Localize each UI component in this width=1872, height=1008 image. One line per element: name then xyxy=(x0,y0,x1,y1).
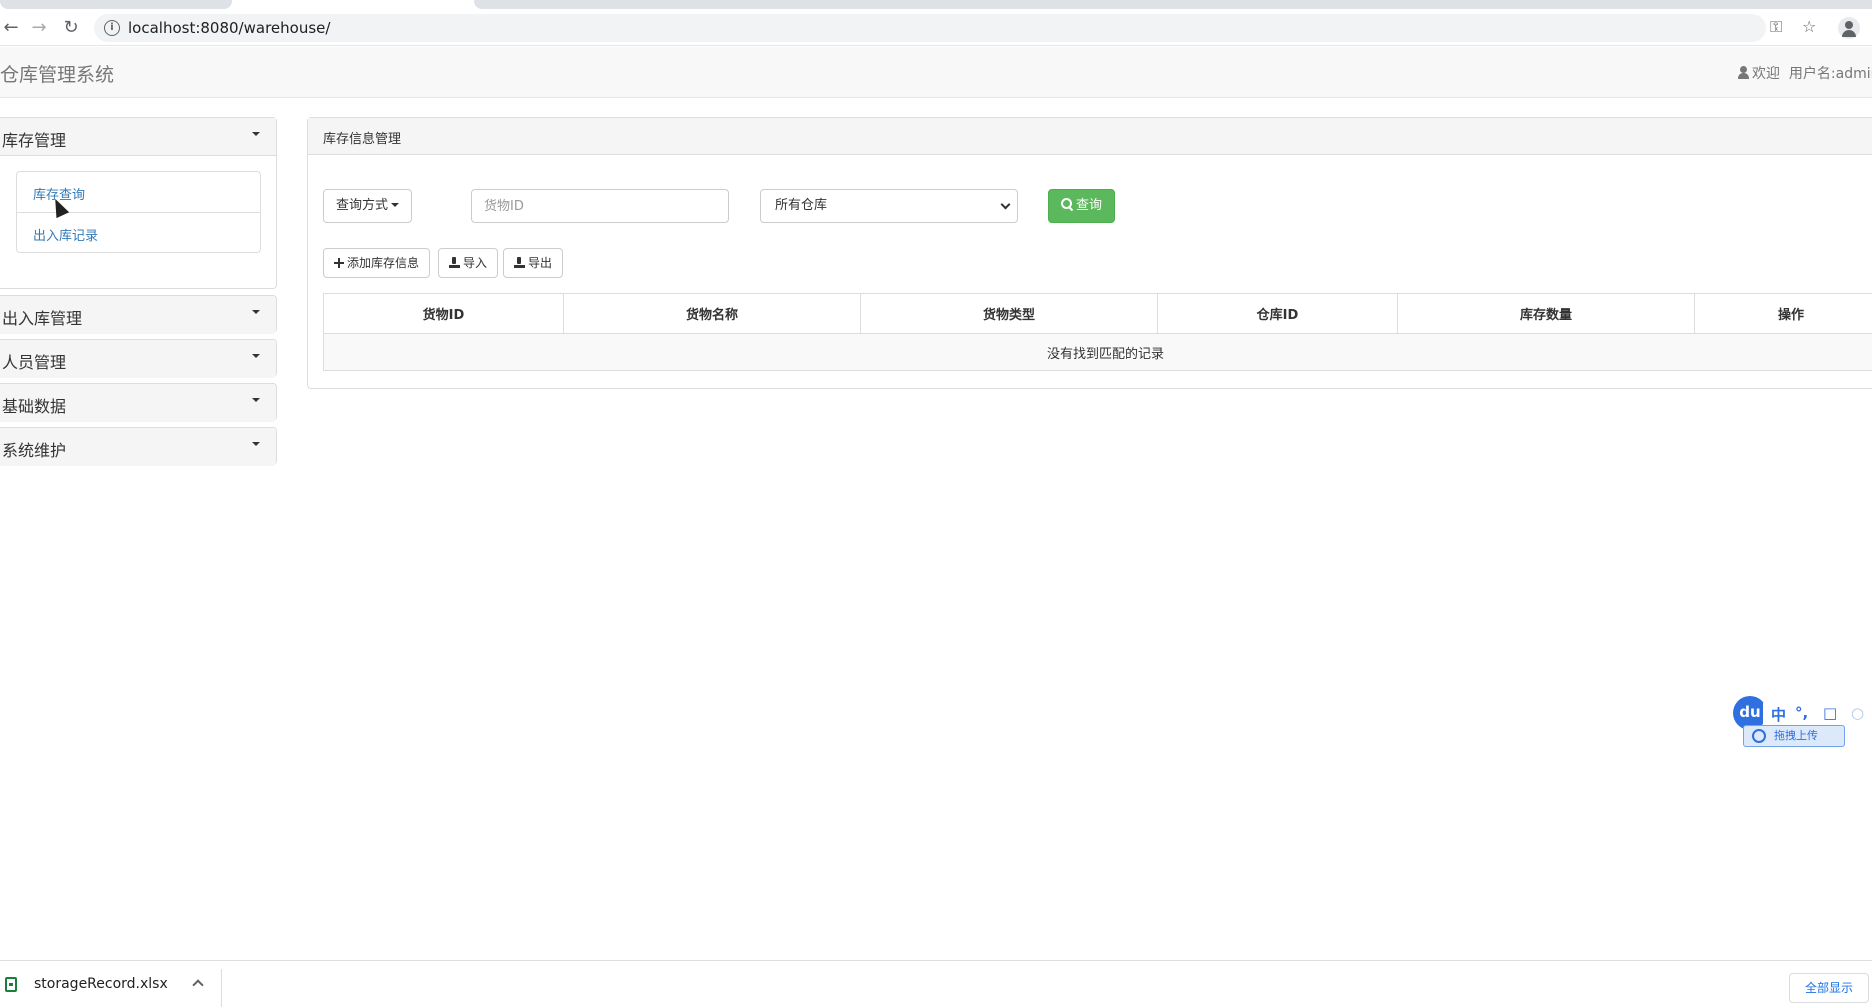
chevron-down-icon xyxy=(1000,199,1011,210)
caret-down-icon xyxy=(252,132,260,136)
add-inventory-label: 添加库存信息 xyxy=(347,256,420,270)
chevron-up-icon[interactable] xyxy=(192,979,204,991)
inventory-panel: 库存信息管理 查询方式 所有仓库 查询 添加库存信息 导入 导出 货物ID 货物… xyxy=(307,117,1872,389)
browser-toolbar: ← → ↻ i localhost:8080/warehouse/ ⚿ ☆ xyxy=(0,10,1872,46)
inventory-table: 货物ID 货物名称 货物类型 仓库ID 库存数量 操作 没有找到匹配的记录 xyxy=(323,293,1872,371)
caret-down-icon xyxy=(252,398,260,402)
sidebar-panel-inventory: 库存管理 库存查询 出入库记录 xyxy=(0,117,277,289)
user-icon xyxy=(1738,66,1749,79)
plus-icon xyxy=(334,258,344,268)
ime-toolbar[interactable]: du 中 °, □ ○ 拖拽上传 xyxy=(1733,694,1872,748)
export-icon xyxy=(514,257,525,268)
ime-keyboard-icon[interactable]: □ xyxy=(1823,704,1837,722)
sidebar-item-io-records[interactable]: 出入库记录 xyxy=(17,212,260,252)
search-button-label: 查询 xyxy=(1076,198,1103,213)
import-label: 导入 xyxy=(463,256,488,270)
column-header-warehouse-id[interactable]: 仓库ID xyxy=(1157,293,1398,334)
goods-id-input[interactable] xyxy=(471,189,729,223)
user-welcome[interactable]: 欢迎 用户名:admin xyxy=(1738,63,1872,83)
warehouse-select[interactable]: 所有仓库 xyxy=(760,189,1018,223)
search-icon xyxy=(1061,198,1073,210)
column-header-goods-name[interactable]: 货物名称 xyxy=(563,293,861,334)
table-header-row: 货物ID 货物名称 货物类型 仓库ID 库存数量 操作 xyxy=(323,293,1872,334)
ime-mode-toggle[interactable]: 中 xyxy=(1771,704,1786,725)
empty-table-message: 没有找到匹配的记录 xyxy=(323,333,1872,371)
inventory-panel-header: 库存信息管理 xyxy=(308,118,1872,155)
star-icon[interactable]: ☆ xyxy=(1802,17,1816,36)
sidebar-panel-header[interactable]: 库存管理 xyxy=(0,118,276,156)
ime-bar: 中 °, □ ○ xyxy=(1763,703,1872,725)
sidebar-panel-title: 系统维护 xyxy=(2,441,67,460)
browser-tab-strip-bg xyxy=(474,0,1872,9)
caret-down-icon xyxy=(391,203,400,207)
ime-user-icon[interactable]: ○ xyxy=(1851,704,1864,722)
url-text: localhost:8080/warehouse/ xyxy=(128,19,331,37)
search-button[interactable]: 查询 xyxy=(1048,189,1116,223)
page-title: 库存信息管理 xyxy=(323,132,402,147)
column-header-goods-type[interactable]: 货物类型 xyxy=(860,293,1158,334)
sidebar-panel-title: 人员管理 xyxy=(2,353,67,372)
address-bar[interactable]: i localhost:8080/warehouse/ xyxy=(94,14,1766,42)
caret-down-icon xyxy=(252,354,260,358)
import-icon xyxy=(449,257,460,268)
key-icon[interactable]: ⚿ xyxy=(1770,17,1782,37)
caret-down-icon xyxy=(252,442,260,446)
sidebar-panel-system[interactable]: 系统维护 xyxy=(0,427,277,466)
site-info-icon[interactable]: i xyxy=(104,20,120,36)
show-all-downloads-button[interactable]: 全部显示 xyxy=(1789,973,1869,1003)
excel-file-icon xyxy=(5,977,17,992)
back-icon[interactable]: ← xyxy=(0,17,22,39)
download-file-name[interactable]: storageRecord.xlsx xyxy=(34,976,168,992)
warehouse-select-value: 所有仓库 xyxy=(775,198,828,213)
browser-tab-active[interactable] xyxy=(0,0,232,9)
sidebar-panel-title: 库存管理 xyxy=(2,131,67,150)
import-button[interactable]: 导入 xyxy=(438,248,499,278)
username-text: 用户名:admin xyxy=(1788,66,1872,82)
export-button[interactable]: 导出 xyxy=(503,248,564,278)
caret-down-icon xyxy=(252,310,260,314)
ime-upload-button[interactable]: 拖拽上传 xyxy=(1743,725,1845,747)
ime-upload-label: 拖拽上传 xyxy=(1774,729,1818,742)
upload-icon xyxy=(1752,729,1766,743)
add-inventory-button[interactable]: 添加库存信息 xyxy=(323,248,431,278)
download-divider xyxy=(221,969,222,1007)
sidebar-panel-title: 基础数据 xyxy=(2,397,67,416)
tab-strip xyxy=(0,0,1872,10)
app-navbar: 仓库管理系统 欢迎 用户名:admin xyxy=(0,47,1872,98)
welcome-text: 欢迎 xyxy=(1752,66,1780,82)
profile-avatar-icon[interactable] xyxy=(1838,17,1860,39)
export-label: 导出 xyxy=(528,256,553,270)
reload-icon[interactable]: ↻ xyxy=(60,17,82,39)
forward-icon[interactable]: → xyxy=(28,17,50,39)
column-header-stock-quantity[interactable]: 库存数量 xyxy=(1397,293,1695,334)
sidebar-panel-basic-data[interactable]: 基础数据 xyxy=(0,383,277,422)
sidebar-panel-io-management[interactable]: 出入库管理 xyxy=(0,295,277,334)
query-mode-dropdown[interactable]: 查询方式 xyxy=(323,189,413,223)
column-header-goods-id[interactable]: 货物ID xyxy=(323,293,564,334)
app-brand[interactable]: 仓库管理系统 xyxy=(0,60,114,87)
sidebar-panel-personnel[interactable]: 人员管理 xyxy=(0,339,277,378)
sidebar-panel-title: 出入库管理 xyxy=(2,309,83,328)
ime-punctuation-toggle[interactable]: °, xyxy=(1795,704,1808,722)
table-row: 没有找到匹配的记录 xyxy=(323,333,1872,371)
query-mode-label: 查询方式 xyxy=(336,198,389,213)
download-bar: storageRecord.xlsx 全部显示 xyxy=(0,960,1872,1008)
column-header-actions: 操作 xyxy=(1694,293,1872,334)
